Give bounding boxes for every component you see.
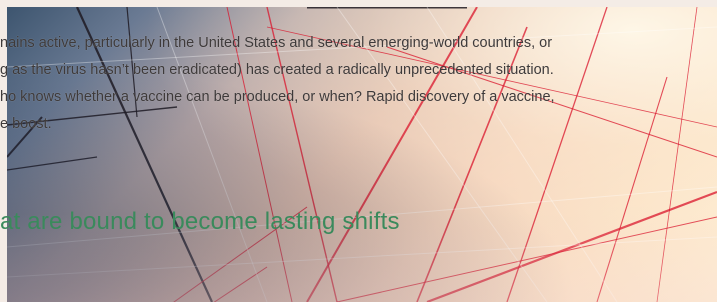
paragraph-line: ho knows whether a vaccine can be produc… <box>0 89 555 105</box>
paragraph-line: g as the virus hasn’t been eradicated) h… <box>0 62 554 78</box>
paragraph-line: nains active, particularly in the United… <box>0 35 553 51</box>
article-paragraph: nains active, particularly in the United… <box>0 30 717 138</box>
paragraph-line: e boost. <box>0 116 52 132</box>
section-subheading: at are bound to become lasting shifts <box>0 208 400 235</box>
